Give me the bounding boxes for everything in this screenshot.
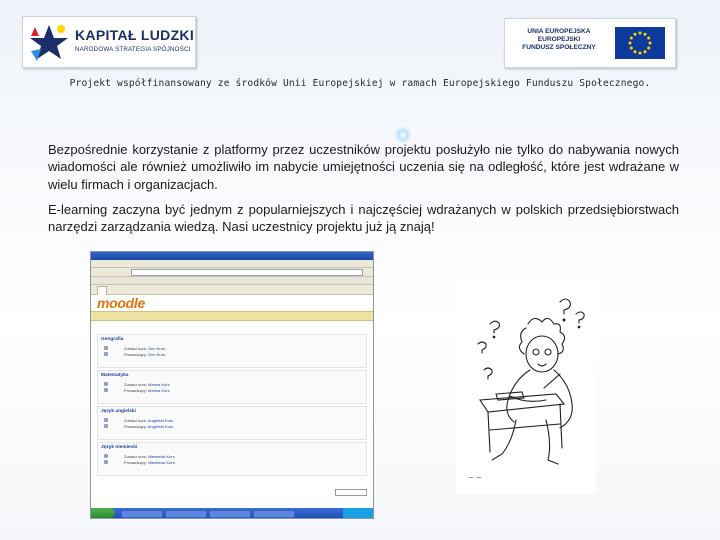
course-icon [104,346,108,350]
row-link: Angielski Kurs [147,424,174,429]
kapital-ludzki-title: KAPITAŁ LUDZKI [75,27,195,43]
windows-taskbar [91,508,373,518]
category-block: Język niemiecki Zobacz kurs: Niemiecki K… [97,442,367,476]
row-label: Prowadzący: [124,352,147,357]
browser-tab [97,286,107,295]
category-name: Matematyka [101,373,129,378]
row-label: Prowadzący: [124,460,147,465]
course-icon [104,418,108,422]
category-block: Język angielski Zobacz kurs: Angielski K… [97,406,367,440]
course-icon [104,352,108,356]
row-link: Matma Kurs [148,382,170,387]
eu-flag-icon [615,27,665,59]
browser-tab-strip [91,285,373,295]
row-link: Niemiecki Kurs [148,460,175,465]
row-link: Geo Kurs [148,346,165,351]
cofinancing-note: Projekt współfinansowany ze środków Unii… [69,78,651,89]
moodle-logo: moodle [97,295,145,311]
category-name: Język angielski [101,409,136,414]
browser-menu-bar [91,260,373,268]
browser-title-bar [91,252,373,260]
category-row: Prowadzący: Angielski Kurs [124,424,173,429]
course-icon [104,454,108,458]
student-sketch-illustration: ~ ~ [456,280,596,494]
category-row: Zobacz kurs: Niemiecki Kurs [124,454,175,459]
taskbar-button [165,510,207,518]
course-icon [104,424,108,428]
row-label: Zobacz kurs: [124,346,147,351]
paragraph-platform: Bezpośrednie korzystanie z platformy prz… [48,142,679,192]
course-search-box [335,489,367,496]
category-row: Prowadzący: Niemiecki Kurs [124,460,175,465]
moodle-header: moodle [91,295,373,311]
kapital-ludzki-star-icon [30,25,68,61]
category-row: Zobacz kurs: Matma Kurs [124,382,170,387]
address-field [131,269,363,276]
row-label: Prowadzący: [124,424,147,429]
row-link: Niemiecki Kurs [148,454,175,459]
category-row: Prowadzący: Geo Kurs [124,352,165,357]
svg-text:~ ~: ~ ~ [468,474,482,482]
row-label: Prowadzący: [124,388,147,393]
category-name: Geografia [101,337,124,342]
row-link: Matma Kurs [148,388,170,393]
category-name: Język niemiecki [101,445,138,450]
eu-line-3: FUNDUSZ SPOŁECZNY [522,44,596,52]
eu-line-1: UNIA EUROPEJSKA [527,28,591,35]
browser-address-bar [91,268,373,277]
browser-favorites-bar [91,277,373,285]
taskbar-button [253,510,295,518]
course-search-row [91,488,373,498]
eu-efs-logo: UNIA EUROPEJSKA EUROPEJSKI FUNDUSZ SPOŁE… [504,18,676,68]
category-row: Prowadzący: Matma Kurs [124,388,170,393]
taskbar-button [121,510,163,518]
row-label: Zobacz kurs: [124,418,147,423]
taskbar-button [209,510,251,518]
header: KAPITAŁ LUDZKI NARODOWA STRATEGIA SPÓJNO… [0,0,720,110]
moodle-screenshot: moodle Geografia Zobacz kurs: Geo Kurs P… [90,251,374,519]
kapital-ludzki-logo: KAPITAŁ LUDZKI NARODOWA STRATEGIA SPÓJNO… [22,16,196,68]
eu-line-2: EUROPEJSKI [537,36,581,44]
row-label: Zobacz kurs: [124,382,147,387]
course-icon [104,460,108,464]
row-label: Zobacz kurs: [124,454,147,459]
row-link: Angielski Kurs [147,418,174,423]
moodle-breadcrumb [91,311,373,321]
moodle-search-row [91,321,373,332]
kapital-ludzki-subtitle: NARODOWA STRATEGIA SPÓJNOŚCI [75,46,191,53]
category-row: Zobacz kurs: Geo Kurs [124,346,165,351]
start-button-graphic [91,508,115,518]
category-block: Geografia Zobacz kurs: Geo Kurs Prowadzą… [97,334,367,368]
course-icon [104,382,108,386]
course-icon [104,388,108,392]
system-tray [343,508,373,518]
category-block: Matematyka Zobacz kurs: Matma Kurs Prowa… [97,370,367,404]
eu-efs-text: UNIA EUROPEJSKA EUROPEJSKI FUNDUSZ SPOŁE… [513,28,605,53]
category-row: Zobacz kurs: Angielski Kurs [124,418,173,423]
row-link: Geo Kurs [148,352,165,357]
paragraph-elearning: E-learning zaczyna być jednym z popularn… [48,202,679,235]
